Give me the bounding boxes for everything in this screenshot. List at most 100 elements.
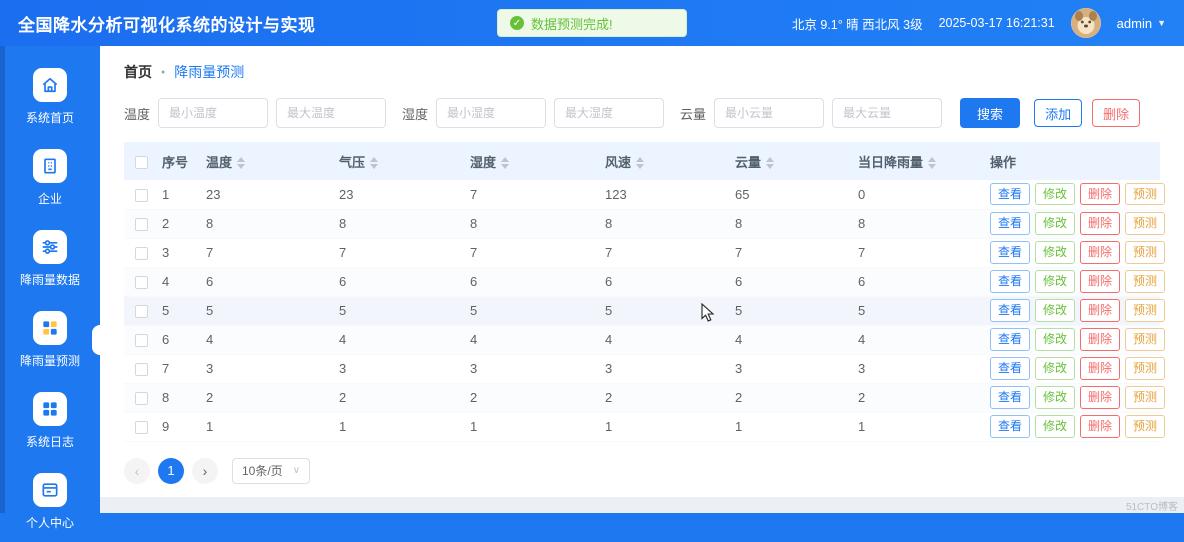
edit-button[interactable]: 修改 [1035, 415, 1076, 438]
column-header[interactable]: 风速 [601, 142, 731, 180]
avatar[interactable] [1070, 8, 1101, 38]
table-cell: 7 [731, 238, 854, 268]
delete-button[interactable]: 删除 [1080, 415, 1121, 438]
column-header[interactable]: 当日降雨量 [854, 142, 986, 180]
view-button[interactable]: 查看 [990, 357, 1031, 380]
predict-button[interactable]: 预测 [1125, 328, 1166, 351]
delete-button[interactable]: 删除 [1080, 183, 1121, 206]
edit-button[interactable]: 修改 [1035, 212, 1076, 235]
table-cell: 4 [202, 325, 335, 355]
predict-button[interactable]: 预测 [1125, 415, 1166, 438]
view-button[interactable]: 查看 [990, 415, 1031, 438]
column-header-label: 当日降雨量 [858, 154, 924, 170]
delete-button[interactable]: 删除 [1080, 357, 1121, 380]
view-button[interactable]: 查看 [990, 241, 1031, 264]
row-checkbox[interactable] [134, 305, 148, 319]
sort-icon[interactable] [501, 157, 510, 170]
row-checkbox[interactable] [134, 421, 148, 435]
predict-button[interactable]: 预测 [1125, 183, 1166, 206]
sidebar-item-rainfall-forecast[interactable]: 降雨量预测 [0, 299, 100, 380]
column-header[interactable]: 气压 [335, 142, 466, 180]
edit-button[interactable]: 修改 [1035, 241, 1076, 264]
view-button[interactable]: 查看 [990, 299, 1031, 322]
table-cell: 1 [731, 412, 854, 442]
delete-button[interactable]: 删除 [1080, 386, 1121, 409]
filter-max-input[interactable] [276, 98, 387, 128]
edit-button[interactable]: 修改 [1035, 299, 1076, 322]
row-checkbox[interactable] [134, 334, 148, 348]
view-button[interactable]: 查看 [990, 328, 1031, 351]
table-cell: 3 [854, 354, 986, 384]
table-cell: 8 [601, 209, 731, 239]
filter-min-input[interactable] [158, 98, 269, 128]
edit-button[interactable]: 修改 [1035, 357, 1076, 380]
table-cell: 3 [335, 354, 466, 384]
delete-button[interactable]: 删除 [1080, 328, 1121, 351]
edit-button[interactable]: 修改 [1035, 386, 1076, 409]
row-checkbox[interactable] [134, 188, 148, 202]
page-size-value: 10条/页 [242, 464, 283, 478]
view-button[interactable]: 查看 [990, 386, 1031, 409]
page-1-button[interactable]: 1 [158, 457, 184, 484]
table-cell: 6 [601, 267, 731, 297]
delete-button[interactable]: 删除 [1092, 99, 1141, 127]
edit-button[interactable]: 修改 [1035, 328, 1076, 351]
delete-button[interactable]: 删除 [1080, 270, 1121, 293]
prev-page-button[interactable]: ‹ [124, 457, 150, 484]
breadcrumb-home[interactable]: 首页 [124, 62, 152, 82]
sort-icon[interactable] [928, 157, 937, 170]
column-header[interactable]: 云量 [731, 142, 854, 180]
delete-button[interactable]: 删除 [1080, 241, 1121, 264]
sort-icon[interactable] [237, 157, 246, 170]
watermark: 51CTO博客 [1125, 502, 1178, 513]
filter-min-input[interactable] [436, 98, 547, 128]
view-button[interactable]: 查看 [990, 270, 1031, 293]
add-button[interactable]: 添加 [1034, 99, 1083, 127]
row-checkbox[interactable] [134, 218, 148, 232]
sidebar-item-system-log[interactable]: 系统日志 [0, 380, 100, 461]
sidebar: 系统首页 企业 降雨量数据 降雨量预测 系统日志 个人中心 [0, 46, 100, 530]
view-button[interactable]: 查看 [990, 212, 1031, 235]
checkbox-cell [124, 238, 158, 268]
predict-button[interactable]: 预测 [1125, 299, 1166, 322]
toast-text: 数据预测完成! [531, 16, 613, 32]
predict-button[interactable]: 预测 [1125, 357, 1166, 380]
column-header[interactable]: 温度 [202, 142, 335, 180]
delete-button[interactable]: 删除 [1080, 212, 1121, 235]
sidebar-item-enterprise[interactable]: 企业 [0, 137, 100, 218]
table-cell: 6 [466, 267, 601, 297]
user-menu[interactable]: admin ▼ [1117, 16, 1166, 31]
delete-button[interactable]: 删除 [1080, 299, 1121, 322]
predict-button[interactable]: 预测 [1125, 212, 1166, 235]
column-header-label: 气压 [339, 154, 366, 170]
filter-max-input[interactable] [554, 98, 665, 128]
predict-button[interactable]: 预测 [1125, 241, 1166, 264]
row-checkbox[interactable] [134, 392, 148, 406]
search-button[interactable]: 搜索 [960, 98, 1021, 128]
next-page-button[interactable]: › [192, 457, 218, 484]
row-checkbox[interactable] [134, 247, 148, 261]
sidebar-item-profile[interactable]: 个人中心 [0, 461, 100, 542]
page-size-select[interactable]: 10条/页 ∨ [232, 457, 311, 484]
filter-max-input[interactable] [832, 98, 943, 128]
sidebar-item-rainfall-data[interactable]: 降雨量数据 [0, 218, 100, 299]
predict-button[interactable]: 预测 [1125, 386, 1166, 409]
predict-button[interactable]: 预测 [1125, 270, 1166, 293]
sort-icon[interactable] [766, 157, 775, 170]
table-cell: 6 [854, 267, 986, 297]
filter-groups: 温度 湿度 云量 [124, 98, 943, 128]
row-checkbox[interactable] [134, 276, 148, 290]
edit-button[interactable]: 修改 [1035, 183, 1076, 206]
select-all-checkbox[interactable] [134, 155, 148, 169]
sort-icon[interactable] [370, 157, 379, 170]
sidebar-item-home[interactable]: 系统首页 [0, 56, 100, 137]
filter-min-input[interactable] [714, 98, 825, 128]
sort-icon[interactable] [636, 157, 645, 170]
view-button[interactable]: 查看 [990, 183, 1031, 206]
table-row: 4 6 6 6 6 6 6 查看 修改 删除 预测 [124, 267, 1166, 297]
column-header[interactable]: 湿度 [466, 142, 601, 180]
edit-button[interactable]: 修改 [1035, 270, 1076, 293]
pagination: ‹ 1 › 10条/页 ∨ [124, 457, 1160, 484]
row-checkbox[interactable] [134, 363, 148, 377]
table-cell: 2 [335, 383, 466, 413]
